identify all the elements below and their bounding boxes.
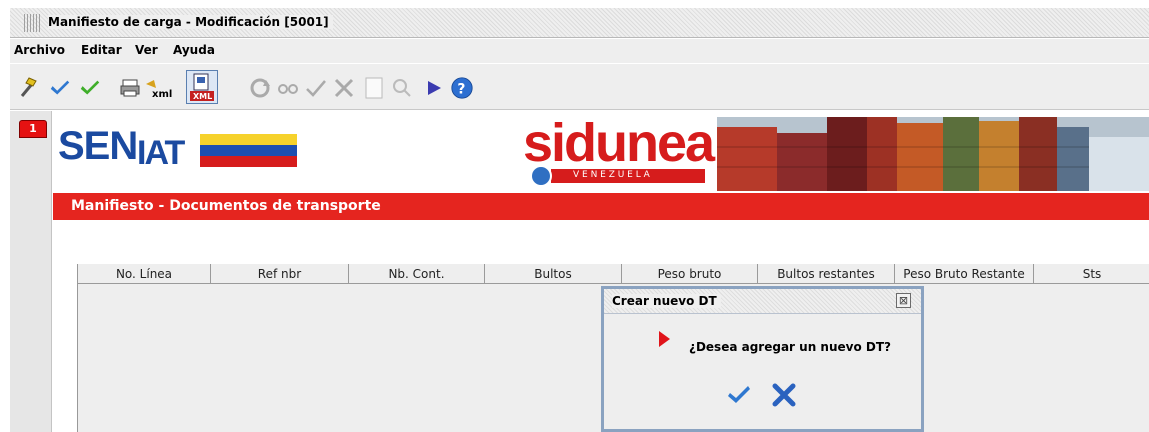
- arrow-right-icon: [659, 331, 670, 347]
- dialog-titlebar[interactable]: Crear nuevo DT ⊠: [604, 289, 921, 314]
- column-header[interactable]: Peso Bruto Restante: [895, 264, 1034, 284]
- page-icon[interactable]: [362, 76, 386, 100]
- menu-archivo[interactable]: Archivo: [14, 43, 65, 57]
- section-title: Manifiesto - Documentos de transporte: [71, 198, 381, 214]
- column-header[interactable]: Ref nbr: [211, 264, 349, 284]
- toolbar: xml XML ?: [10, 64, 1149, 110]
- print-icon[interactable]: [118, 76, 142, 100]
- sidunea-logo: sidunea: [523, 113, 715, 173]
- svg-text:?: ?: [457, 82, 465, 98]
- magic-wand-icon[interactable]: [16, 76, 40, 100]
- containers-image: [717, 117, 1149, 191]
- delete-icon[interactable]: [332, 76, 356, 100]
- table-header: No. Línea Ref nbr Nb. Cont. Bultos Peso …: [78, 264, 1149, 284]
- column-header[interactable]: Bultos restantes: [758, 264, 895, 284]
- column-header[interactable]: Sts: [1034, 264, 1149, 284]
- dialog-message: ¿Desea agregar un nuevo DT?: [689, 340, 891, 354]
- verify-icon[interactable]: [304, 76, 328, 100]
- sidunea-subtitle: V E N E Z U E L A: [573, 170, 650, 180]
- column-header[interactable]: No. Línea: [78, 264, 211, 284]
- svg-text:IAT: IAT: [137, 136, 185, 168]
- window-title: Manifiesto de carga - Modificación [5001…: [48, 15, 333, 29]
- menu-ayuda[interactable]: Ayuda: [173, 43, 215, 57]
- confirm-check-icon[interactable]: [78, 76, 102, 100]
- cancel-x-icon[interactable]: [771, 383, 797, 407]
- tab-strip: 1: [10, 111, 52, 432]
- close-icon[interactable]: ⊠: [896, 293, 911, 308]
- globe-icon: [530, 165, 552, 187]
- column-header[interactable]: Peso bruto: [622, 264, 758, 284]
- xml-export-icon[interactable]: xml: [144, 76, 178, 100]
- run-icon[interactable]: [422, 76, 446, 100]
- header-banner: SEN IAT sidunea V E N E Z U E L A: [53, 111, 1149, 193]
- menu-ver[interactable]: Ver: [135, 43, 158, 57]
- venezuela-flag-icon: [200, 134, 297, 168]
- create-dt-dialog: Crear nuevo DT ⊠ ¿Desea agregar un nuevo…: [601, 286, 924, 432]
- svg-text:xml: xml: [152, 89, 172, 100]
- seniat-logo-iat: IAT: [137, 134, 197, 172]
- seniat-logo: SEN: [58, 124, 138, 168]
- dialog-title: Crear nuevo DT: [612, 294, 721, 308]
- column-header[interactable]: Bultos: [485, 264, 622, 284]
- refresh-icon[interactable]: [248, 76, 272, 100]
- column-header[interactable]: Nb. Cont.: [349, 264, 485, 284]
- tab-1[interactable]: 1: [19, 120, 47, 138]
- svg-text:XML: XML: [193, 92, 212, 101]
- menu-editar[interactable]: Editar: [81, 43, 122, 57]
- sidunea-subtitle-bar: V E N E Z U E L A: [551, 169, 705, 183]
- titlebar-grip: [24, 14, 42, 32]
- help-icon[interactable]: ?: [450, 76, 474, 100]
- xml-document-icon[interactable]: XML: [186, 70, 218, 104]
- window-titlebar[interactable]: Manifiesto de carga - Modificación [5001…: [10, 8, 1149, 38]
- view-icon[interactable]: [276, 76, 300, 100]
- section-header: Manifiesto - Documentos de transporte: [53, 193, 1149, 220]
- search-icon[interactable]: [390, 76, 414, 100]
- confirm-check-icon[interactable]: [726, 383, 752, 407]
- menubar: Archivo Editar Ver Ayuda: [10, 39, 1149, 63]
- validate-check-icon[interactable]: [48, 76, 72, 100]
